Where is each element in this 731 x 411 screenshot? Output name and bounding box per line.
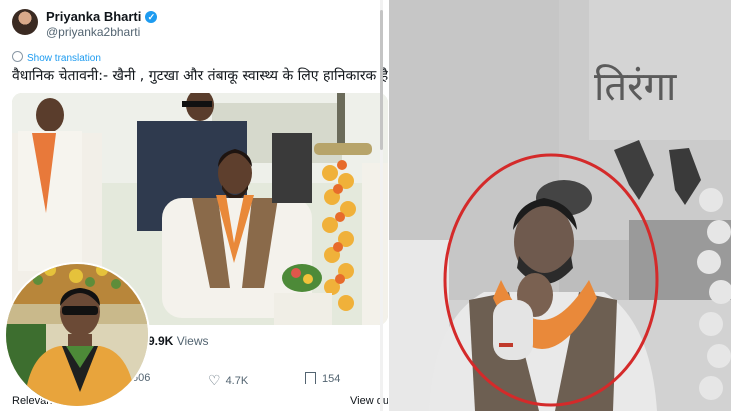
heart-icon: ♡ [208,372,221,388]
globe-icon [12,51,23,62]
wall-text: तिरंगा [594,64,677,110]
like-count: 4.7K [225,375,249,387]
video-still-photo: तिरंगा [389,0,731,411]
author-name-row[interactable]: Priyanka Bharti ✓ [46,9,158,24]
views-label: Views [176,334,209,348]
views-number: 9.9K [148,334,174,348]
author-handle[interactable]: @priyanka2bharti [46,25,140,39]
show-translation-link[interactable]: Show translation [12,51,101,64]
like-button[interactable]: ♡ 4.7K [208,372,248,389]
bookmark-button[interactable]: 154 [305,372,340,385]
author-name[interactable]: Priyanka Bharti [46,9,141,24]
verified-badge-icon: ✓ [145,11,158,23]
video-still-illustration: तिरंगा [389,0,731,411]
views-count: 9.9K Views [148,334,209,348]
bookmark-count: 154 [322,373,341,385]
tweet-text: वैधानिक चेतावनी:- खैनी , गुटखा और तंबाकू… [12,68,388,84]
scrollbar[interactable] [378,0,386,411]
inset-portrait-photo [4,262,150,408]
show-translation-label: Show translation [27,53,101,64]
bookmark-icon [305,372,316,384]
author-avatar[interactable] [12,9,38,35]
inset-portrait-illustration [6,264,148,406]
